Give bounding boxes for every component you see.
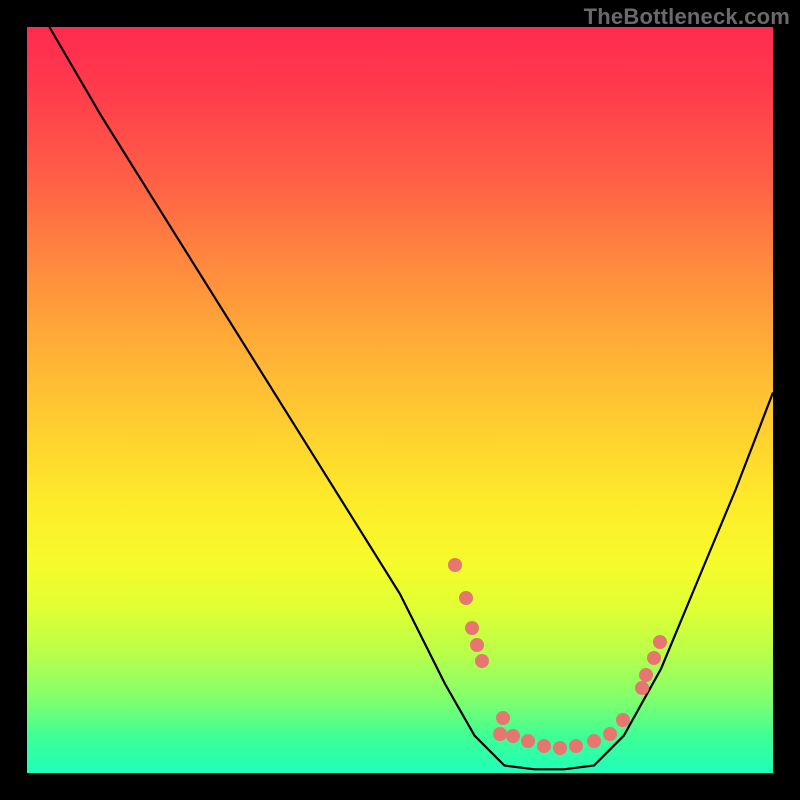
marker-point [459,591,473,605]
marker-point [587,734,601,748]
watermark-text: TheBottleneck.com [584,4,790,30]
marker-point [647,651,661,665]
chart-svg [0,0,800,800]
marker-point [635,681,649,695]
marker-point [470,638,484,652]
marker-point [496,711,510,725]
marker-point [569,739,583,753]
marker-point [493,727,507,741]
marker-point [603,727,617,741]
marker-point [553,741,567,755]
marker-point [475,654,489,668]
marker-point [448,558,462,572]
marker-point [537,739,551,753]
marker-point [465,621,479,635]
chart-curve [49,27,773,769]
marker-point [506,729,520,743]
chart-container: TheBottleneck.com [0,0,800,800]
marker-point [616,713,630,727]
marker-point [521,734,535,748]
marker-point [639,668,653,682]
marker-point [653,635,667,649]
chart-markers [448,558,667,755]
